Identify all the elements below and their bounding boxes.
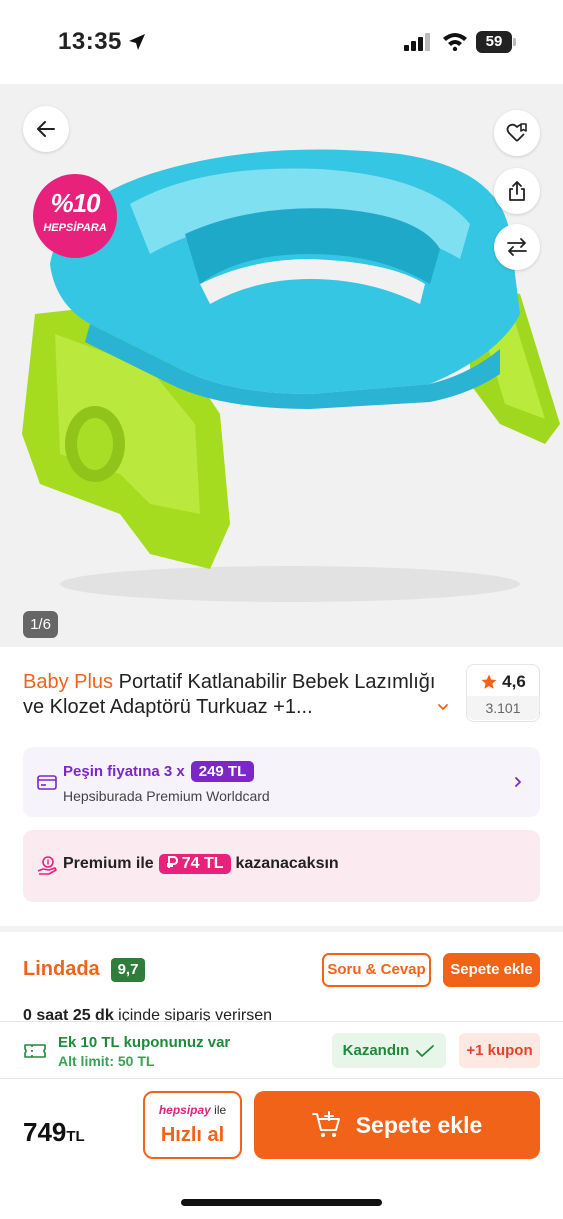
home-indicator[interactable]	[181, 1199, 382, 1206]
won-label: Kazandın	[342, 1042, 410, 1059]
rating-value: 4,6	[502, 672, 526, 691]
share-button[interactable]	[494, 168, 540, 214]
hepsipay-logo: hepsipay	[158, 1103, 211, 1117]
cellular-signal-icon	[404, 33, 430, 51]
hepsipay-suffix: ile	[210, 1103, 227, 1117]
premium-prefix: Premium ile	[63, 855, 154, 872]
hepsipara-percent: %10	[50, 188, 100, 218]
hepsipay-label: hepsipay ile	[145, 1103, 240, 1117]
premium-amount: 74 TL	[181, 855, 224, 872]
premium-suffix: kazanacaksın	[235, 855, 339, 872]
price-value: 749	[23, 1117, 67, 1147]
share-icon	[509, 181, 525, 201]
battery-level: 59	[485, 33, 503, 50]
price-currency: TL	[66, 1128, 85, 1145]
installment-text: Peşin fiyatına 3 x	[63, 763, 185, 780]
compare-button[interactable]	[494, 224, 540, 270]
coin-hand-icon	[37, 856, 57, 875]
hepsipara-badge: %10 HEPSİPARA	[33, 174, 117, 258]
cart-plus-icon	[311, 1111, 340, 1137]
seller-add-to-cart-button[interactable]: Sepete ekle	[443, 953, 540, 987]
coupon-limit: Alt limit: 50 TL	[58, 1053, 155, 1069]
installment-amount: 249 TL	[190, 761, 255, 782]
credit-card-icon	[37, 775, 57, 790]
chevron-down-icon[interactable]	[436, 700, 450, 714]
coupon-won-badge: Kazandın	[332, 1033, 446, 1068]
ticket-icon	[24, 1044, 46, 1058]
qa-button[interactable]: Soru & Cevap	[322, 953, 431, 987]
more-coupon-button[interactable]: +1 kupon	[459, 1033, 540, 1068]
product-gallery[interactable]: %10 HEPSİPARA 1/6	[0, 84, 563, 647]
seller-name[interactable]: Lindada	[23, 958, 100, 981]
coupon-bar: Ek 10 TL kuponunuz var Alt limit: 50 TL …	[0, 1021, 563, 1079]
coupon-title: Ek 10 TL kuponunuz var	[58, 1034, 231, 1051]
hepsipara-coin-icon	[166, 856, 178, 868]
battery-icon: 59	[476, 31, 516, 53]
premium-amount-badge: 74 TL	[158, 854, 231, 874]
product-image[interactable]	[0, 84, 563, 647]
status-time: 13:35	[58, 28, 122, 55]
quick-buy-button[interactable]: hepsipay ile Hızlı al	[143, 1091, 242, 1159]
add-to-cart-label: Sepete ekle	[355, 1111, 483, 1138]
installment-card[interactable]: Peşin fiyatına 3 x 249 TL Hepsiburada Pr…	[23, 747, 540, 817]
location-arrow-icon	[129, 34, 145, 50]
back-button[interactable]	[23, 106, 69, 152]
swap-arrows-icon	[507, 238, 527, 256]
arrow-left-icon	[37, 121, 55, 137]
add-to-list-button[interactable]	[494, 110, 540, 156]
product-price: 749TL	[23, 1117, 85, 1148]
hepsipara-label: HEPSİPARA	[43, 222, 107, 234]
seller-score: 9,7	[111, 958, 145, 982]
quick-buy-label: Hızlı al	[160, 1124, 225, 1146]
status-bar: 13:35 59	[0, 0, 563, 84]
chevron-right-icon	[515, 777, 521, 787]
rating-box[interactable]: 4,6 3.101	[466, 664, 540, 722]
section-divider	[0, 926, 563, 932]
premium-card[interactable]: Premium ile 74 TL kazanacaksın	[23, 830, 540, 902]
product-title[interactable]: Baby Plus Portatif Katlanabilir Bebek La…	[23, 670, 443, 720]
card-name: Hepsiburada Premium Worldcard	[63, 788, 270, 804]
checkmark-icon	[416, 1044, 435, 1057]
brand-link[interactable]: Baby Plus	[23, 671, 113, 693]
add-to-cart-button[interactable]: Sepete ekle	[254, 1091, 540, 1159]
review-count: 3.101	[467, 696, 539, 720]
heart-bookmark-icon	[506, 123, 527, 142]
bottom-action-bar: 749TL hepsipay ile Hızlı al Sepete ekle	[0, 1079, 563, 1219]
image-counter: 1/6	[23, 611, 58, 638]
wifi-icon	[443, 33, 467, 51]
star-icon	[481, 674, 497, 689]
